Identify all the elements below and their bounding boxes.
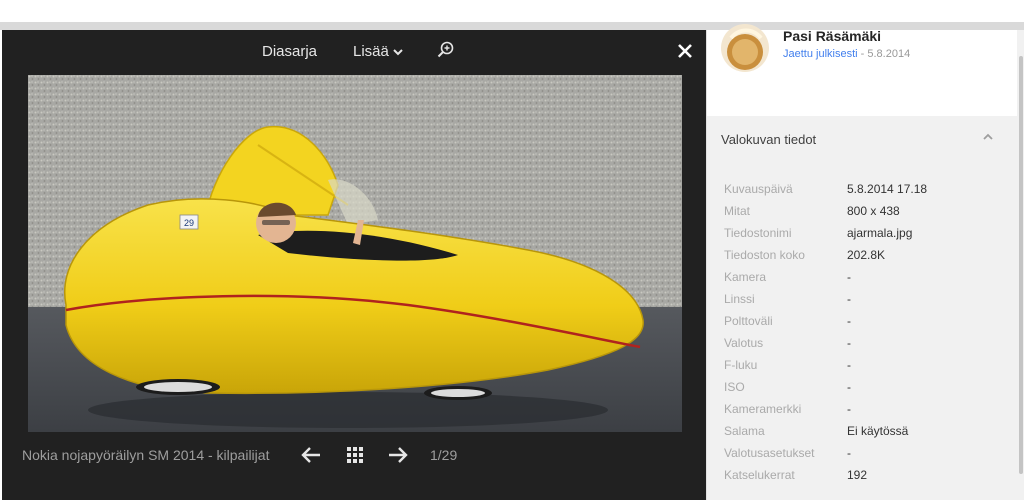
details-key: Valotusasetukset bbox=[724, 446, 815, 460]
details-key: Tiedostonimi bbox=[724, 226, 792, 240]
race-number: 29 bbox=[184, 218, 194, 228]
details-key: Kamera bbox=[724, 270, 767, 284]
details-row: Tiedoston koko 202.8K bbox=[724, 248, 1004, 270]
details-value: 192 bbox=[847, 468, 868, 482]
details-row: Kamera - bbox=[724, 270, 1004, 292]
sidebar-scrollbar[interactable] bbox=[1019, 56, 1023, 474]
details-value: - bbox=[847, 380, 851, 394]
details-row: Valotus - bbox=[724, 336, 1004, 358]
owner-header: Pasi Räsämäki Jaettu julkisesti - 5.8.20… bbox=[707, 24, 1017, 116]
details-value: - bbox=[847, 402, 851, 416]
photo-details-title: Valokuvan tiedot bbox=[721, 132, 817, 147]
details-value: - bbox=[847, 446, 851, 460]
details-value: 800 x 438 bbox=[847, 204, 900, 218]
album-title[interactable]: Nokia nojapyöräilyn SM 2014 - kilpailija… bbox=[22, 447, 269, 463]
details-key: F-luku bbox=[724, 358, 758, 372]
chevron-up-icon[interactable] bbox=[981, 130, 995, 149]
details-row: F-luku - bbox=[724, 358, 1004, 380]
details-value: 202.8K bbox=[847, 248, 886, 262]
details-row: Kameramerkki - bbox=[724, 402, 1004, 424]
details-row: Polttoväli - bbox=[724, 314, 1004, 336]
details-key: Kuvauspäivä bbox=[724, 182, 793, 196]
details-row: Salama Ei käytössä bbox=[724, 424, 1004, 446]
zoom-in-icon[interactable] bbox=[437, 41, 455, 59]
more-menu-button[interactable]: Lisää bbox=[353, 43, 403, 60]
owner-name[interactable]: Pasi Räsämäki bbox=[783, 28, 881, 44]
details-row: Linssi - bbox=[724, 292, 1004, 314]
more-label: Lisää bbox=[353, 43, 389, 60]
details-value: - bbox=[847, 336, 851, 350]
details-row: Valotusasetukset - bbox=[724, 446, 1004, 468]
details-key: Valotus bbox=[724, 336, 764, 350]
shared-publicly-link[interactable]: Jaettu julkisesti bbox=[783, 48, 858, 60]
photo-details-header[interactable]: Valokuvan tiedot bbox=[707, 116, 1017, 162]
details-value: - bbox=[847, 314, 851, 328]
details-value: - bbox=[847, 358, 851, 372]
photo-viewer: Diasarja Lisää 29 Nokia nojapyöräilyn SM… bbox=[2, 30, 706, 500]
details-key: Polttoväli bbox=[724, 314, 773, 328]
details-row: Kuvauspäivä 5.8.2014 17.18 bbox=[724, 182, 1004, 204]
details-value: 5.8.2014 17.18 bbox=[847, 182, 928, 196]
avatar[interactable] bbox=[721, 24, 769, 72]
chevron-down-icon bbox=[393, 49, 403, 56]
details-value: ajarmala.jpg bbox=[847, 226, 913, 240]
details-key: Katselukerrat bbox=[724, 468, 795, 482]
close-icon[interactable] bbox=[675, 41, 695, 61]
main-photo[interactable]: 29 bbox=[28, 75, 682, 432]
details-key: Tiedoston koko bbox=[724, 248, 805, 262]
slideshow-button[interactable]: Diasarja bbox=[262, 43, 317, 60]
details-row: Tiedostonimi ajarmala.jpg bbox=[724, 226, 1004, 248]
details-value: Ei käytössä bbox=[847, 424, 909, 438]
arrow-right-icon[interactable] bbox=[387, 444, 409, 471]
photo-counter: 1/29 bbox=[430, 447, 458, 463]
owner-meta: Jaettu julkisesti - 5.8.2014 bbox=[783, 48, 910, 60]
details-key: Linssi bbox=[724, 292, 755, 306]
details-value: - bbox=[847, 270, 851, 284]
details-key: Kameramerkki bbox=[724, 402, 802, 416]
viewer-toolbar: Diasarja Lisää bbox=[2, 30, 706, 74]
info-sidebar: Pasi Räsämäki Jaettu julkisesti - 5.8.20… bbox=[706, 24, 1024, 500]
arrow-left-icon[interactable] bbox=[300, 444, 322, 471]
page-top-bar bbox=[0, 0, 1024, 22]
details-value: - bbox=[847, 292, 851, 306]
details-row: Mitat 800 x 438 bbox=[724, 204, 1004, 226]
viewer-bottom-bar: Nokia nojapyöräilyn SM 2014 - kilpailija… bbox=[2, 440, 706, 480]
details-key: Salama bbox=[724, 424, 765, 438]
shared-date: - 5.8.2014 bbox=[857, 48, 911, 60]
photo-details-table: Kuvauspäivä 5.8.2014 17.18 Mitat 800 x 438 T… bbox=[724, 182, 1004, 490]
details-key: Mitat bbox=[724, 204, 751, 218]
details-key: ISO bbox=[724, 380, 745, 394]
grid-icon[interactable] bbox=[344, 444, 366, 471]
details-row: Katselukerrat 192 bbox=[724, 468, 1004, 490]
details-row: ISO - bbox=[724, 380, 1004, 402]
